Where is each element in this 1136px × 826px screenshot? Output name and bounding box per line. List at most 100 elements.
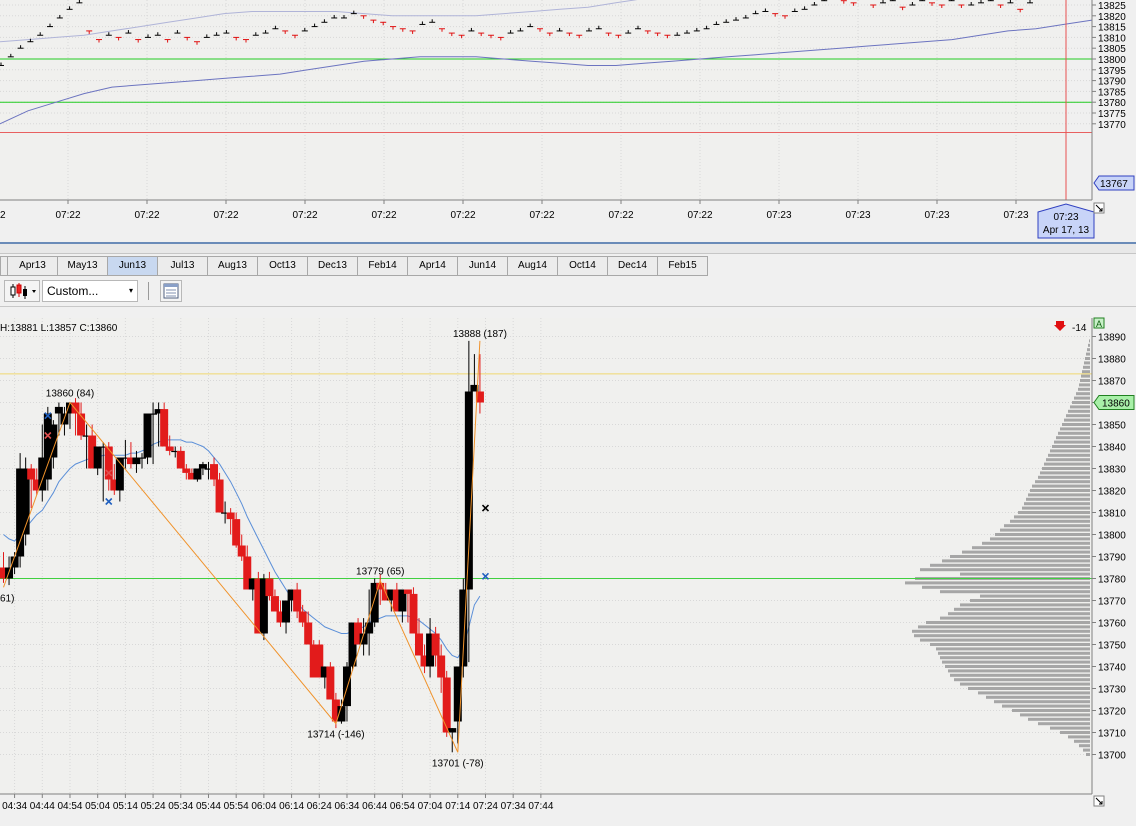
volume-profile-bar — [940, 656, 1090, 660]
tick-current-price-badge: 13767 — [1093, 175, 1135, 191]
volume-profile-bar — [1083, 365, 1090, 369]
main-current-price-badge: 13860 — [1093, 395, 1135, 410]
volume-profile-bar — [1070, 405, 1090, 409]
contract-tab-may13[interactable]: May13 — [58, 256, 108, 276]
tick-resize-corner-icon[interactable] — [1093, 202, 1105, 214]
tick-time-label: 07:22 — [371, 210, 396, 221]
volume-profile-bar — [920, 568, 1090, 572]
candle-body — [232, 519, 241, 546]
tick-time-axis: 07:22 07:22 07:22 07:22 07:22 07:22 07:22 07:22… — [55, 200, 1029, 221]
contract-tab-dec14[interactable]: Dec14 — [608, 256, 658, 276]
tick-price-label: 13810 — [1098, 33, 1126, 44]
chart-type-button[interactable] — [4, 280, 40, 302]
time-label: 05:34 — [168, 801, 193, 812]
resize-corner-icon[interactable] — [1093, 795, 1105, 807]
tick-time-label: 07:23 — [845, 210, 870, 221]
contract-tab-oct13[interactable]: Oct13 — [258, 256, 308, 276]
candle-body — [10, 556, 19, 568]
volume-profile-bar — [1002, 704, 1090, 708]
candle-body — [282, 600, 291, 623]
tick-time-label: 07:22 — [292, 210, 317, 221]
autoscale-button[interactable]: A — [1093, 317, 1105, 329]
candle-body — [160, 409, 169, 447]
chart-template-select[interactable]: Custom... ▾ — [42, 280, 138, 302]
candle-body — [403, 589, 412, 594]
volume-profile-bar — [1020, 713, 1090, 717]
time-label: 06:04 — [251, 801, 276, 812]
contract-tab-apr13[interactable]: Apr13 — [8, 256, 58, 276]
time-label: 05:44 — [196, 801, 221, 812]
contract-tab-dec13[interactable]: Dec13 — [308, 256, 358, 276]
autoscale-label: A — [1096, 319, 1102, 329]
tick-time-label: 07:22 — [608, 210, 633, 221]
volume-profile-bar — [1064, 418, 1090, 422]
volume-profile-bar — [1012, 709, 1090, 712]
volume-profile-bar — [1060, 427, 1090, 431]
candle-body — [215, 479, 224, 513]
time-label: 05:14 — [113, 801, 138, 812]
volume-profile-bar — [978, 691, 1090, 695]
volume-profile-bar — [1081, 374, 1090, 378]
price-label: 13710 — [1098, 729, 1126, 740]
volume-profile-bar — [1024, 502, 1090, 506]
time-label: 07:04 — [418, 801, 443, 812]
contract-tab-aug14[interactable]: Aug14 — [508, 256, 558, 276]
volume-profile-bar — [1028, 717, 1090, 721]
volume-profile-bar — [920, 638, 1090, 642]
candle-body — [409, 593, 418, 634]
contract-tab-aug13[interactable]: Aug13 — [208, 256, 258, 276]
volume-profile-bar — [1035, 480, 1090, 484]
chevron-down-icon: ▾ — [128, 286, 133, 295]
volume-profile-bar — [1032, 484, 1090, 488]
volume-profile-bar — [954, 607, 1090, 611]
contract-tab-apr14[interactable]: Apr14 — [408, 256, 458, 276]
price-chart-panel[interactable]: 13860 (84) 13714 (-146) 13779 (65) 13701 (-… — [0, 306, 1136, 826]
volume-profile-bar — [1054, 440, 1090, 444]
price-label: 13780 — [1098, 575, 1126, 586]
time-label: 07:44 — [528, 801, 553, 812]
tick-chart-panel[interactable]: 1382513820138151381013805138001379513790… — [0, 0, 1136, 242]
tick-time-label: 07:22 — [213, 210, 238, 221]
tick-time-label: 07:23 — [766, 210, 791, 221]
volume-profile-bar — [1050, 449, 1090, 453]
tick-time-label: 07:23 — [1003, 210, 1028, 221]
contract-tab-jul13[interactable]: Jul13 — [158, 256, 208, 276]
time-label: 04:34 — [2, 801, 27, 812]
contract-tab-feb15[interactable]: Feb15 — [658, 256, 708, 276]
price-label: 13870 — [1098, 377, 1126, 388]
volume-profile-bar — [1085, 357, 1090, 360]
contract-tab-feb14[interactable]: Feb14 — [358, 256, 408, 276]
tick-time-label: 07:23 — [924, 210, 949, 221]
candle-body — [270, 596, 279, 612]
volume-profile-bar — [960, 572, 1090, 576]
tick-cursor-time: 07:23 — [1053, 212, 1078, 223]
price-label: 13820 — [1098, 487, 1126, 498]
price-label: 13850 — [1098, 421, 1126, 432]
volume-profile-bar — [970, 599, 1090, 602]
candle-body — [442, 677, 451, 733]
data-box-button[interactable] — [160, 280, 182, 302]
volume-profile-bar — [1080, 379, 1090, 382]
current-price-label: 13860 — [1102, 399, 1130, 410]
contract-tab-jun13[interactable]: Jun13 — [108, 256, 158, 276]
volume-profile-bar — [1086, 753, 1090, 756]
contract-tab-overflow[interactable] — [0, 256, 8, 276]
volume-profile-bar — [1014, 515, 1090, 519]
volume-profile-bar — [1026, 497, 1090, 501]
swing-label: 13701 (-78) — [432, 758, 484, 769]
price-label: 13770 — [1098, 597, 1126, 608]
volume-profile-bar — [960, 682, 1090, 686]
tick-price-label: 13790 — [1098, 77, 1126, 88]
time-label: 06:14 — [279, 801, 304, 812]
time-label: 06:54 — [390, 801, 415, 812]
volume-profile-bar — [980, 594, 1090, 598]
volume-profile-bar — [1066, 414, 1090, 418]
volume-profile-bar — [1074, 739, 1090, 743]
volume-profile-bar — [950, 555, 1090, 558]
time-label: 04:44 — [30, 801, 55, 812]
candle-body — [210, 464, 219, 480]
contract-tab-oct14[interactable]: Oct14 — [558, 256, 608, 276]
panel-splitter[interactable] — [0, 242, 1136, 254]
price-label: 13760 — [1098, 619, 1126, 630]
contract-tab-jun14[interactable]: Jun14 — [458, 256, 508, 276]
